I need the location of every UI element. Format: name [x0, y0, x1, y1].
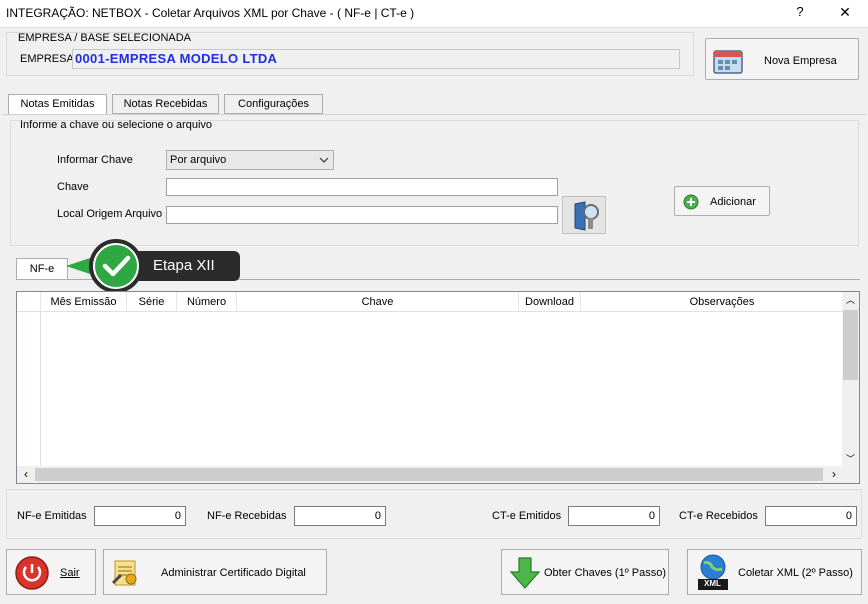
title-bar: INTEGRAÇÃO: NETBOX - Coletar Arquivos XM…: [0, 0, 868, 28]
empresa-value: 0001-EMPRESA MODELO LTDA: [72, 49, 680, 69]
coletar-xml-label: Coletar XML (2º Passo): [738, 567, 853, 579]
empresa-section-label: EMPRESA / BASE SELECIONADA: [18, 32, 192, 44]
help-button[interactable]: ?: [790, 4, 810, 24]
tab-notas-recebidas[interactable]: Notas Recebidas: [112, 94, 219, 114]
certificate-icon: [111, 560, 137, 586]
horizontal-scrollbar[interactable]: ‹ ›: [17, 466, 859, 483]
nfe-emitidas-label: NF-e Emitidas: [17, 510, 87, 522]
scroll-up-arrow-icon[interactable]: ︿: [842, 293, 859, 307]
informar-chave-value: Por arquivo: [170, 154, 227, 166]
close-button[interactable]: ✕: [834, 4, 856, 24]
nova-empresa-button[interactable]: Nova Empresa: [705, 38, 859, 80]
local-origem-label: Local Origem Arquivo: [57, 208, 163, 220]
scroll-right-arrow-icon[interactable]: ›: [827, 467, 841, 482]
grid-indicator-header: [17, 292, 41, 312]
adicionar-label: Adicionar: [710, 196, 756, 208]
cte-emitidos-field: 0: [568, 506, 660, 526]
scroll-down-arrow-icon[interactable]: ﹀: [842, 452, 859, 466]
sair-label: Sair: [60, 567, 80, 579]
nfe-recebidas-field: 0: [294, 506, 386, 526]
adicionar-button[interactable]: Adicionar: [674, 186, 770, 216]
browse-file-button[interactable]: [562, 196, 606, 234]
form-group-label: Informe a chave ou selecione o arquivo: [20, 119, 213, 131]
column-numero[interactable]: Número: [177, 292, 237, 312]
vertical-scroll-thumb[interactable]: [843, 310, 858, 380]
obter-chaves-label: Obter Chaves (1º Passo): [544, 567, 667, 579]
column-mes-emissao[interactable]: Mês Emissão: [41, 292, 127, 312]
window-title: INTEGRAÇÃO: NETBOX - Coletar Arquivos XM…: [6, 6, 415, 20]
nfe-emitidas-field: 0: [94, 506, 186, 526]
search-file-icon: [574, 201, 599, 231]
chave-input[interactable]: [166, 178, 558, 196]
empresa-field-label: EMPRESA: [20, 53, 74, 65]
chevron-down-icon: [319, 157, 329, 163]
obter-chaves-button[interactable]: Obter Chaves (1º Passo): [501, 549, 669, 595]
grid-indicator-column: [40, 312, 41, 468]
local-origem-input[interactable]: [166, 206, 558, 224]
power-icon: [15, 556, 49, 590]
nfe-recebidas-label: NF-e Recebidas: [207, 510, 287, 522]
informar-chave-label: Informar Chave: [57, 154, 133, 166]
column-observacoes[interactable]: Observações: [581, 292, 863, 312]
informar-chave-select[interactable]: Por arquivo: [166, 150, 334, 170]
certificado-label: Administrar Certificado Digital: [161, 567, 306, 579]
column-chave[interactable]: Chave: [237, 292, 519, 312]
tab-notas-emitidas[interactable]: Notas Emitidas: [8, 94, 107, 115]
etapa-label: Etapa XII: [153, 257, 215, 274]
column-download[interactable]: Download: [519, 292, 581, 312]
certificado-button[interactable]: Administrar Certificado Digital: [103, 549, 327, 595]
tab-configuracoes[interactable]: Configurações: [224, 94, 323, 114]
tab-divider: [2, 114, 866, 115]
scroll-left-arrow-icon[interactable]: ‹: [19, 467, 33, 482]
sair-button[interactable]: Sair: [6, 549, 96, 595]
chave-label: Chave: [57, 181, 89, 193]
column-serie[interactable]: Série: [127, 292, 177, 312]
vertical-scrollbar[interactable]: ︿ ﹀: [842, 292, 859, 468]
coletar-xml-button[interactable]: XML Coletar XML (2º Passo): [687, 549, 862, 595]
nova-empresa-label: Nova Empresa: [764, 55, 837, 67]
cte-emitidos-label: CT-e Emitidos: [492, 510, 562, 522]
chaves-grid[interactable]: Mês Emissão Série Número Chave Download …: [16, 291, 860, 484]
add-icon: [683, 194, 699, 210]
cte-recebidos-field: 0: [765, 506, 857, 526]
calendar-icon: [713, 50, 743, 74]
horizontal-scroll-thumb[interactable]: [35, 468, 823, 481]
cte-recebidos-label: CT-e Recebidos: [679, 510, 758, 522]
arrow-down-icon: [509, 557, 541, 589]
xml-badge: XML: [704, 579, 721, 588]
